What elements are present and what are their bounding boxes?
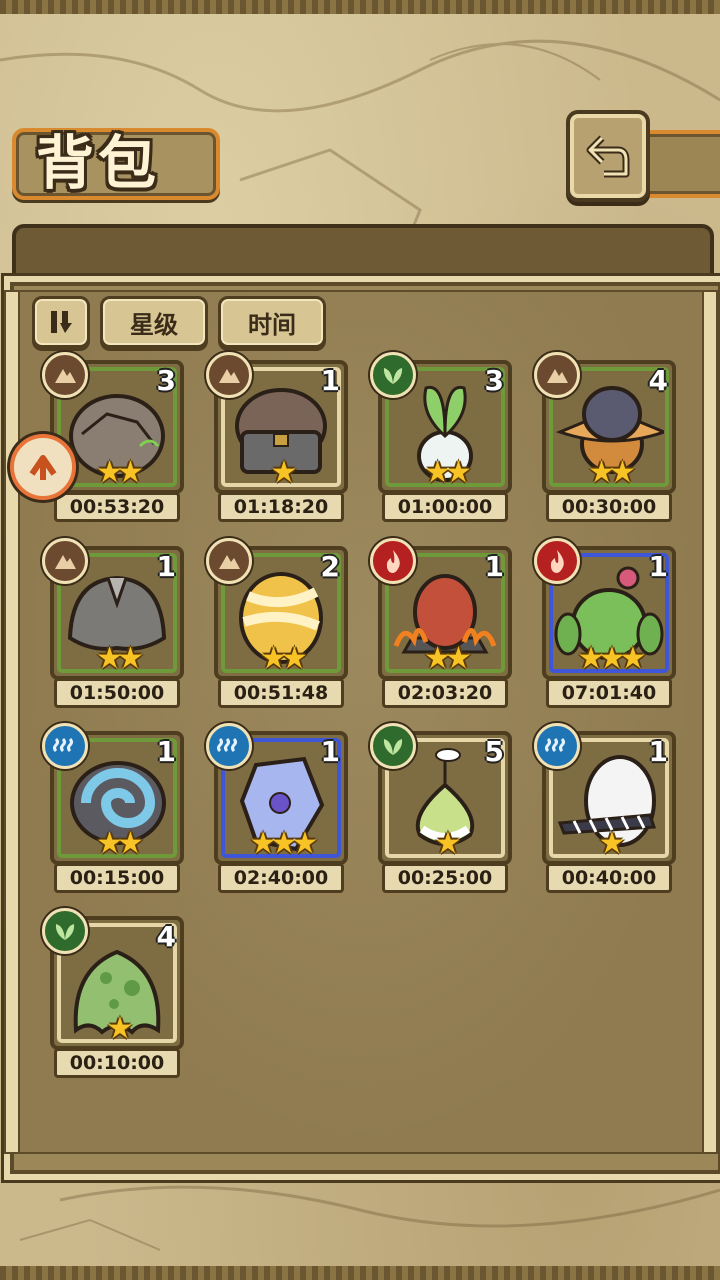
item-card-feather-egg[interactable]: 1 ★ 00:40:00 bbox=[534, 723, 676, 893]
star-rating: ★★ bbox=[96, 826, 144, 861]
sort-by-time-button[interactable]: 时间 bbox=[218, 296, 326, 348]
upload-arrow-icon bbox=[29, 455, 57, 480]
earth-element-icon bbox=[42, 352, 88, 398]
item-count: 1 bbox=[648, 735, 668, 768]
fire-element-icon bbox=[370, 538, 416, 584]
star-rating: ★★ bbox=[424, 641, 472, 676]
item-count: 1 bbox=[320, 364, 340, 397]
panel-rail-right bbox=[702, 290, 718, 1154]
item-card-bulb-egg[interactable]: 5 ★ 00:25:00 bbox=[370, 723, 512, 893]
item-count: 3 bbox=[484, 364, 504, 397]
sort-by-star-button[interactable]: 星级 bbox=[100, 296, 208, 348]
hatch-timer: 00:53:20 bbox=[54, 492, 180, 522]
side-scroll-badge[interactable] bbox=[10, 434, 76, 500]
hatch-timer: 00:15:00 bbox=[54, 863, 180, 893]
item-card-slime-egg[interactable]: 4 ★ 00:10:00 bbox=[42, 908, 184, 1078]
item-count: 4 bbox=[648, 364, 668, 397]
earth-element-icon bbox=[206, 538, 252, 584]
item-count: 4 bbox=[156, 920, 176, 953]
item-count: 1 bbox=[320, 735, 340, 768]
item-card-bandaged-egg[interactable]: 2 ★★ 00:51:48 bbox=[206, 538, 348, 708]
hatch-timer: 00:10:00 bbox=[54, 1048, 180, 1078]
item-card-lava-egg[interactable]: 1 ★★ 02:03:20 bbox=[370, 538, 512, 708]
hatch-timer: 01:00:00 bbox=[382, 492, 508, 522]
hatch-timer: 00:40:00 bbox=[546, 863, 672, 893]
hatch-timer: 01:18:20 bbox=[218, 492, 344, 522]
star-rating: ★★★ bbox=[249, 826, 319, 861]
hatch-timer: 02:40:00 bbox=[218, 863, 344, 893]
item-count: 1 bbox=[484, 550, 504, 583]
star-rating: ★ bbox=[434, 826, 462, 861]
hatch-timer: 01:50:00 bbox=[54, 678, 180, 708]
hatch-timer: 00:30:00 bbox=[546, 492, 672, 522]
top-border bbox=[0, 0, 720, 14]
item-card-cactus-egg[interactable]: 1 ★★★ 07:01:40 bbox=[534, 538, 676, 708]
star-rating: ★★ bbox=[424, 455, 472, 490]
sort-toggle-button[interactable] bbox=[32, 296, 90, 348]
page-title: 背包 bbox=[36, 129, 161, 197]
star-rating: ★★ bbox=[260, 641, 308, 676]
item-card-witch-hat-egg[interactable]: 4 ★★ 00:30:00 bbox=[534, 352, 676, 522]
item-count: 1 bbox=[156, 550, 176, 583]
leaf-element-icon bbox=[370, 723, 416, 769]
item-card-furry-egg[interactable]: 1 ★★ 01:50:00 bbox=[42, 538, 184, 708]
hatch-timer: 00:25:00 bbox=[382, 863, 508, 893]
item-count: 2 bbox=[320, 550, 340, 583]
item-card-helmet-egg[interactable]: 1 ★ 01:18:20 bbox=[206, 352, 348, 522]
item-count: 1 bbox=[156, 735, 176, 768]
hatch-timer: 07:01:40 bbox=[546, 678, 672, 708]
back-arrow-icon bbox=[586, 135, 630, 178]
leaf-element-icon bbox=[370, 352, 416, 398]
star-rating: ★★ bbox=[588, 455, 636, 490]
item-card-crystal-egg[interactable]: 1 ★★★ 02:40:00 bbox=[206, 723, 348, 893]
item-count: 5 bbox=[484, 735, 504, 768]
water-element-icon bbox=[42, 723, 88, 769]
star-rating: ★★★ bbox=[577, 641, 647, 676]
item-card-turnip-egg[interactable]: 3 ★★ 01:00:00 bbox=[370, 352, 512, 522]
leaf-element-icon bbox=[42, 908, 88, 954]
earth-element-icon bbox=[206, 352, 252, 398]
earth-element-icon bbox=[534, 352, 580, 398]
fire-element-icon bbox=[534, 538, 580, 584]
earth-element-icon bbox=[42, 538, 88, 584]
item-card-shell-egg[interactable]: 1 ★★ 00:15:00 bbox=[42, 723, 184, 893]
water-element-icon bbox=[534, 723, 580, 769]
star-rating: ★ bbox=[598, 826, 626, 861]
pause-bars-icon bbox=[51, 311, 72, 333]
bottom-border bbox=[0, 1266, 720, 1280]
hatch-timer: 00:51:48 bbox=[218, 678, 344, 708]
star-rating: ★ bbox=[270, 455, 298, 490]
hatch-timer: 02:03:20 bbox=[382, 678, 508, 708]
water-element-icon bbox=[206, 723, 252, 769]
item-count: 1 bbox=[648, 550, 668, 583]
star-rating: ★★ bbox=[96, 641, 144, 676]
panel-rail-left bbox=[4, 290, 20, 1154]
item-count: 3 bbox=[156, 364, 176, 397]
star-rating: ★ bbox=[106, 1011, 134, 1046]
back-button[interactable] bbox=[566, 110, 650, 202]
